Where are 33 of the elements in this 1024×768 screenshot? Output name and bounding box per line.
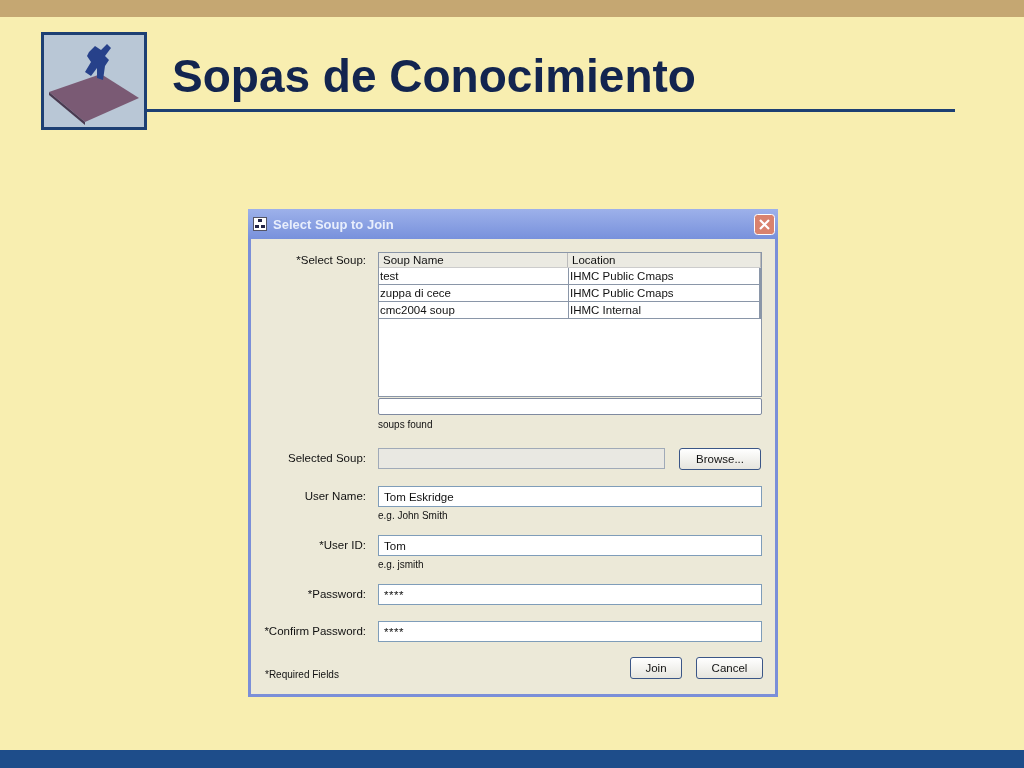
status-text: soups found: [378, 418, 434, 432]
required-note: *Required Fields: [265, 669, 339, 680]
password-field[interactable]: ****: [378, 584, 762, 605]
cancel-button[interactable]: Cancel: [696, 657, 763, 679]
slide-title: Sopas de Conocimiento: [172, 50, 697, 102]
close-button[interactable]: [754, 213, 775, 235]
password-field[interactable]: ****: [378, 621, 762, 642]
browse-button[interactable]: Browse...: [679, 448, 761, 470]
table-cell: IHMC Public Cmaps: [569, 268, 760, 284]
table-row[interactable]: cmc2004 soup IHMC Internal: [379, 302, 761, 319]
column-header[interactable]: Location: [568, 253, 761, 267]
column-header[interactable]: Soup Name: [379, 253, 568, 267]
table-row[interactable]: zuppa di cece IHMC Public Cmaps: [379, 285, 761, 302]
input-field[interactable]: Tom: [378, 535, 762, 556]
hint-text: e.g. jsmith: [378, 558, 425, 572]
field-label: User Name:: [303, 489, 366, 504]
hint-text: e.g. John Smith: [378, 509, 449, 523]
table-cell: IHMC Public Cmaps: [569, 285, 760, 301]
field-label: *Password:: [306, 587, 366, 602]
input-field[interactable]: Tom Eskridge: [378, 486, 762, 507]
field-label: *Confirm Password:: [263, 624, 366, 639]
field-label: *User ID:: [318, 538, 366, 553]
filter-field[interactable]: [378, 398, 762, 415]
table-row[interactable]: test IHMC Public Cmaps: [379, 268, 761, 285]
app-icon: [253, 217, 267, 231]
join-button[interactable]: Join: [630, 657, 682, 679]
field-label: Selected Soup:: [287, 451, 366, 466]
dialog-title: Select Soup to Join: [273, 216, 395, 232]
table-cell: test: [379, 268, 569, 284]
field-label: *Select Soup:: [295, 253, 366, 268]
table-cell: IHMC Internal: [569, 302, 760, 318]
table-cell: zuppa di cece: [379, 285, 569, 301]
table-cell: cmc2004 soup: [379, 302, 569, 318]
